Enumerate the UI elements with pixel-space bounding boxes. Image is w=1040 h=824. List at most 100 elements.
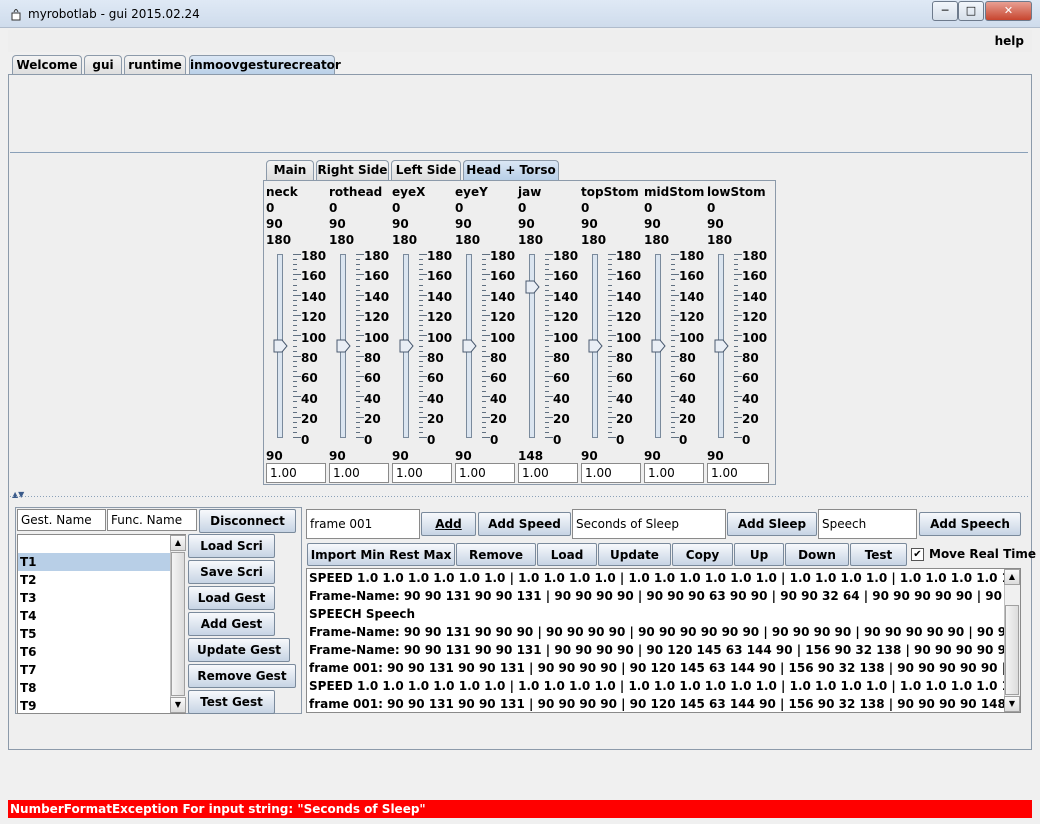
- slider-tick: [734, 360, 738, 362]
- test-gesture-button[interactable]: Test Gest: [188, 690, 275, 714]
- slider-tick: [545, 335, 553, 337]
- add-speech-button[interactable]: Add Speech: [919, 512, 1021, 536]
- servo-rest-label: 90: [707, 217, 724, 231]
- disconnect-button[interactable]: Disconnect: [199, 509, 296, 533]
- gesture-list-item[interactable]: T6: [18, 643, 170, 661]
- import-min-rest-max-button[interactable]: Import Min Rest Max: [307, 543, 455, 566]
- remove-frame-button[interactable]: Remove: [456, 543, 536, 566]
- scroll-up-icon[interactable]: ▲: [1004, 569, 1020, 585]
- servo-speed-input[interactable]: 1.00: [266, 463, 326, 483]
- copy-frame-button[interactable]: Copy: [672, 543, 733, 566]
- slider-scale-label: 120: [553, 310, 579, 325]
- tab-inmoovgesturecreator[interactable]: inmoovgesturecreator: [189, 55, 341, 75]
- gesture-list-item[interactable]: [18, 535, 170, 553]
- update-frame-button[interactable]: Update: [598, 543, 671, 566]
- speech-input[interactable]: Speech: [818, 509, 917, 539]
- load-frame-button[interactable]: Load: [537, 543, 597, 566]
- up-frame-button[interactable]: Up: [734, 543, 784, 566]
- frame-list-item[interactable]: SPEED 1.0 1.0 1.0 1.0 1.0 1.0 | 1.0 1.0 …: [307, 569, 1004, 587]
- servo-slider-thumb[interactable]: [462, 339, 477, 353]
- servo-speed-input[interactable]: 1.00: [392, 463, 452, 483]
- slider-tick: [608, 355, 616, 357]
- frame-list-item[interactable]: Frame-Name: 90 90 131 90 90 131 | 90 90 …: [307, 587, 1004, 605]
- scroll-down-icon[interactable]: ▼: [1004, 696, 1020, 712]
- gesture-list-item[interactable]: T8: [18, 679, 170, 697]
- tab-gui[interactable]: gui: [84, 55, 122, 75]
- gesture-list-item[interactable]: T1: [18, 553, 170, 571]
- gesture-list-item[interactable]: T3: [18, 589, 170, 607]
- add-speed-button[interactable]: Add Speed: [478, 512, 571, 536]
- servo-slider-thumb[interactable]: [399, 339, 414, 353]
- gesture-list-item[interactable]: T4: [18, 607, 170, 625]
- servo-min-label: 0: [644, 201, 653, 215]
- remove-gesture-button[interactable]: Remove Gest: [188, 664, 296, 688]
- servo-speed-input[interactable]: 1.00: [455, 463, 515, 483]
- frame-list-item[interactable]: frame 001: 90 90 131 90 90 131 | 90 90 9…: [307, 659, 1004, 677]
- close-button[interactable]: ✕: [985, 1, 1032, 21]
- gesture-list-item[interactable]: T2: [18, 571, 170, 589]
- tab-welcome[interactable]: Welcome: [12, 55, 82, 75]
- add-gesture-button[interactable]: Add Gest: [188, 612, 275, 636]
- divider: [10, 152, 1028, 153]
- add-sleep-button[interactable]: Add Sleep: [727, 512, 817, 536]
- maximize-button[interactable]: □: [958, 1, 984, 21]
- servo-speed-input[interactable]: 1.00: [329, 463, 389, 483]
- tab-right-side[interactable]: Right Side: [316, 160, 389, 180]
- slider-tick: [293, 401, 297, 403]
- minimize-button[interactable]: ─: [932, 1, 958, 21]
- servo-slider-thumb[interactable]: [336, 339, 351, 353]
- servo-speed-input[interactable]: 1.00: [644, 463, 704, 483]
- slider-scale-label: 0: [301, 432, 310, 447]
- tab-runtime[interactable]: runtime: [124, 55, 186, 75]
- servo-slider-thumb[interactable]: [588, 339, 603, 353]
- frame-list-item[interactable]: SPEED 1.0 1.0 1.0 1.0 1.0 1.0 | 1.0 1.0 …: [307, 677, 1004, 695]
- slider-tick: [419, 376, 427, 377]
- scroll-thumb[interactable]: [171, 552, 185, 696]
- load-gesture-button[interactable]: Load Gest: [188, 586, 275, 610]
- scroll-down-icon[interactable]: ▼: [170, 697, 186, 713]
- servo-speed-input[interactable]: 1.00: [518, 463, 578, 483]
- servo-slider-thumb[interactable]: [525, 280, 540, 294]
- servo-min-label: 0: [518, 201, 527, 215]
- frame-list-item[interactable]: frame 001: 90 90 131 90 90 131 | 90 90 9…: [307, 695, 1004, 712]
- scroll-thumb[interactable]: [1005, 605, 1019, 695]
- servo-rest-label: 90: [266, 217, 283, 231]
- update-gesture-button[interactable]: Update Gest: [188, 638, 290, 662]
- slider-tick: [608, 350, 612, 352]
- frame-list-item[interactable]: SPEECH Speech: [307, 605, 1004, 623]
- slider-scale-label: 180: [679, 249, 705, 263]
- add-button[interactable]: Add: [421, 512, 476, 536]
- help-menu[interactable]: help: [995, 34, 1024, 48]
- tab-left-side[interactable]: Left Side: [391, 160, 461, 180]
- slider-tick: [356, 335, 364, 337]
- func-name-input[interactable]: Func. Name: [107, 509, 197, 531]
- servo-speed-input[interactable]: 1.00: [581, 463, 641, 483]
- gesture-list-item[interactable]: T5: [18, 625, 170, 643]
- servo-slider-thumb[interactable]: [273, 339, 288, 353]
- frame-name-input[interactable]: frame 001: [306, 509, 420, 539]
- sleep-input[interactable]: Seconds of Sleep: [572, 509, 726, 539]
- down-frame-button[interactable]: Down: [785, 543, 849, 566]
- split-arrows-icon[interactable]: ▲▼: [12, 490, 24, 499]
- tab-head-torso[interactable]: Head + Torso: [463, 160, 559, 180]
- test-frame-button[interactable]: Test: [850, 543, 907, 566]
- servo-name-label: neck: [266, 185, 298, 199]
- servo-speed-input[interactable]: 1.00: [707, 463, 769, 483]
- load-script-button[interactable]: Load Scri: [188, 534, 275, 558]
- servo-slider-thumb[interactable]: [651, 339, 666, 353]
- slider-scale-label: 120: [679, 310, 705, 325]
- gesture-list-item[interactable]: T7: [18, 661, 170, 679]
- save-script-button[interactable]: Save Scri: [188, 560, 275, 584]
- scroll-up-icon[interactable]: ▲: [170, 535, 186, 551]
- servo-slider-ticks: [482, 254, 490, 438]
- servo-slider-thumb[interactable]: [714, 339, 729, 353]
- move-real-time-checkbox[interactable]: ✔: [911, 548, 924, 561]
- slider-scale-label: 40: [427, 391, 444, 406]
- frame-list-item[interactable]: Frame-Name: 90 90 131 90 90 90 | 90 90 9…: [307, 623, 1004, 641]
- gesture-list-item[interactable]: T9: [18, 697, 170, 715]
- gest-name-input[interactable]: Gest. Name: [17, 509, 106, 531]
- tab-main[interactable]: Main: [266, 160, 314, 180]
- slider-scale-label: 140: [364, 289, 390, 304]
- split-divider[interactable]: [10, 496, 1028, 497]
- frame-list-item[interactable]: Frame-Name: 90 90 131 90 90 131 | 90 90 …: [307, 641, 1004, 659]
